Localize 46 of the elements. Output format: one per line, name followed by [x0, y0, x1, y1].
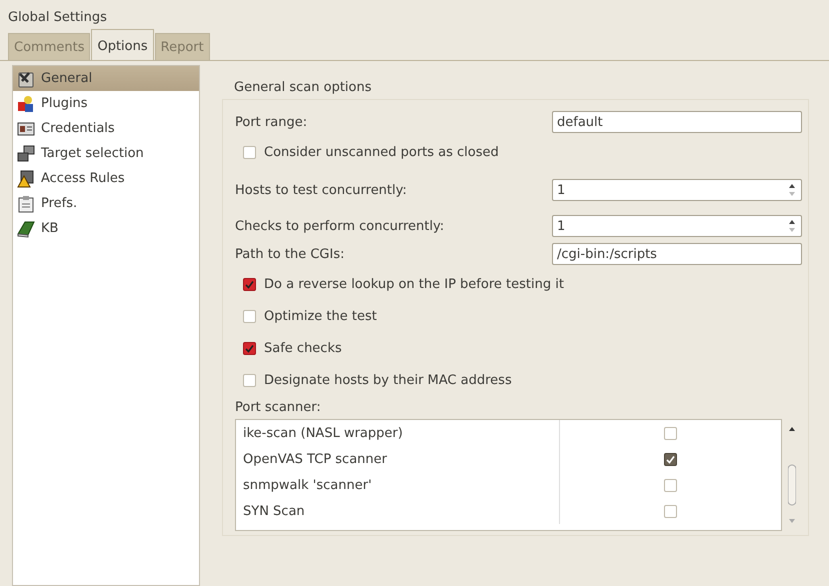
- shapes-icon: [17, 94, 35, 112]
- warning-icon: [17, 170, 35, 188]
- checkbox[interactable]: [243, 374, 256, 386]
- tools-icon: [17, 70, 35, 88]
- checkbox[interactable]: [243, 310, 256, 322]
- checkbox-label: Designate hosts by their MAC address: [264, 372, 512, 388]
- section-title: General scan options: [234, 80, 373, 95]
- field-label: Path to the CGIs:: [235, 246, 344, 262]
- field-label: Hosts to test concurrently:: [235, 182, 407, 198]
- checkbox-label: Safe checks: [264, 340, 342, 356]
- list-label: Port scanner:: [235, 400, 322, 415]
- sidebar-item[interactable]: Target selection: [13, 141, 199, 166]
- tab[interactable]: Options: [91, 29, 154, 60]
- spin-field[interactable]: 1: [552, 179, 802, 201]
- checkbox[interactable]: [664, 452, 677, 466]
- sidebar-item[interactable]: Plugins: [13, 91, 199, 116]
- table-cell: OpenVAS TCP scanner: [236, 446, 560, 472]
- sidebar-item[interactable]: Access Rules: [13, 166, 199, 191]
- checkbox-label: Optimize the test: [264, 308, 377, 324]
- sidebar-item[interactable]: Credentials: [13, 116, 199, 141]
- input-field[interactable]: default: [552, 111, 802, 133]
- checkbox[interactable]: [664, 426, 677, 440]
- id-card-icon: [17, 120, 35, 138]
- sidebar-item[interactable]: General: [13, 66, 199, 91]
- window-title: Global Settings: [7, 9, 108, 27]
- table-cell: ike-scan (NASL wrapper): [236, 420, 560, 446]
- table-cell: SYN Scan: [236, 498, 560, 524]
- checkbox[interactable]: [243, 278, 256, 290]
- computers-icon: [17, 144, 35, 162]
- sidebar-item[interactable]: Prefs.: [13, 191, 199, 216]
- checkbox[interactable]: [243, 342, 256, 354]
- field-label: Port range:: [235, 114, 308, 130]
- input-field[interactable]: /cgi-bin:/scripts: [552, 243, 802, 265]
- spin-arrows-icon: [787, 182, 797, 198]
- book-icon: [17, 220, 35, 238]
- checkbox[interactable]: [664, 478, 677, 492]
- sidebar-item[interactable]: KB: [13, 216, 199, 241]
- checkbox-label: Do a reverse lookup on the IP before testing it: [264, 276, 564, 292]
- table-cell: snmpwalk 'scanner': [236, 472, 560, 498]
- clipboard-icon: [17, 194, 35, 212]
- checkbox-label: Consider unscanned ports as closed: [264, 144, 499, 160]
- spin-field[interactable]: 1: [552, 215, 802, 237]
- checkbox[interactable]: [243, 146, 256, 158]
- field-label: Checks to perform concurrently:: [235, 218, 444, 234]
- spin-arrows-icon: [787, 218, 797, 234]
- checkbox[interactable]: [664, 504, 677, 518]
